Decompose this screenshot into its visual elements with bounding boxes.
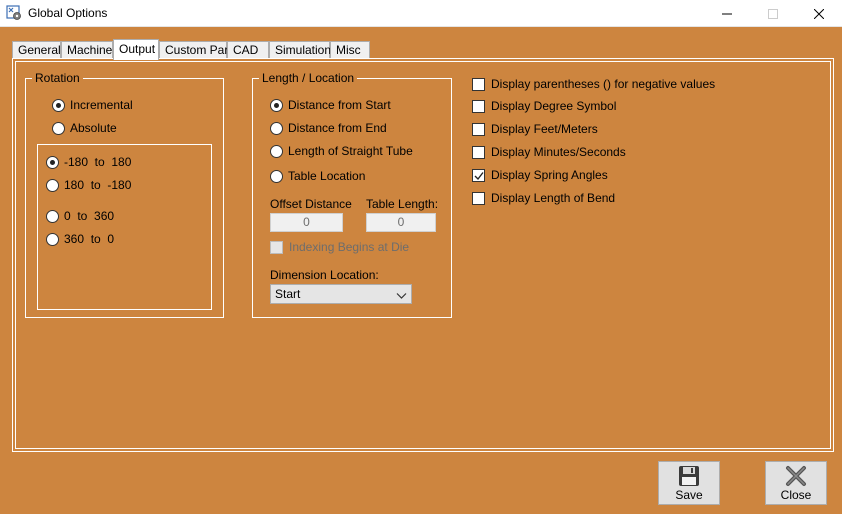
minimize-button[interactable] bbox=[704, 0, 750, 27]
radio-label: Length of Straight Tube bbox=[288, 144, 413, 158]
radio-label: Table Location bbox=[288, 169, 366, 183]
display-parentheses-checkbox[interactable]: Display parentheses () for negative valu… bbox=[472, 77, 715, 91]
floppy-disk-icon bbox=[678, 465, 700, 490]
rotation-legend: Rotation bbox=[32, 71, 83, 85]
dimension-location-label: Dimension Location: bbox=[270, 268, 379, 282]
settings-app-icon bbox=[6, 5, 22, 21]
checkbox-indicator bbox=[472, 191, 485, 205]
save-label: Save bbox=[675, 488, 703, 502]
range-360-0-radio[interactable]: 360 to 0 bbox=[46, 232, 114, 246]
radio-indicator bbox=[46, 232, 59, 246]
maximize-button[interactable] bbox=[750, 0, 796, 27]
checkbox-label: Display Spring Angles bbox=[491, 168, 608, 182]
radio-label: Absolute bbox=[70, 121, 117, 135]
radio-label: Distance from End bbox=[288, 121, 387, 135]
tab-misc[interactable]: Misc bbox=[330, 41, 370, 59]
checkbox-indicator bbox=[472, 99, 485, 113]
window-title: Global Options bbox=[28, 6, 108, 20]
tab-machine[interactable]: Machine bbox=[61, 41, 113, 59]
checkbox-label: Display Degree Symbol bbox=[491, 99, 617, 113]
tab-general[interactable]: General bbox=[12, 41, 61, 59]
close-label: Close bbox=[780, 488, 812, 502]
radio-indicator bbox=[270, 169, 283, 183]
window-close-button[interactable] bbox=[796, 0, 842, 27]
checkbox-label: Display Minutes/Seconds bbox=[491, 145, 626, 159]
radio-indicator bbox=[270, 144, 283, 158]
display-minutes-seconds-checkbox[interactable]: Display Minutes/Seconds bbox=[472, 145, 626, 159]
radio-label: Incremental bbox=[70, 98, 133, 112]
offset-distance-label: Offset Distance bbox=[270, 197, 352, 211]
display-degree-symbol-checkbox[interactable]: Display Degree Symbol bbox=[472, 99, 616, 113]
radio-indicator bbox=[46, 155, 59, 169]
distance-from-end-radio[interactable]: Distance from End bbox=[270, 121, 387, 135]
close-button[interactable]: Close bbox=[765, 461, 827, 505]
checkbox-indicator bbox=[472, 122, 485, 136]
radio-label: 360 to 0 bbox=[64, 232, 115, 246]
distance-from-start-radio[interactable]: Distance from Start bbox=[270, 98, 391, 112]
chevron-down-icon bbox=[396, 288, 407, 306]
rotation-incremental-radio[interactable]: Incremental bbox=[52, 98, 133, 112]
range-180-neg180-radio[interactable]: 180 to -180 bbox=[46, 178, 131, 192]
checkbox-label: Display Length of Bend bbox=[491, 191, 616, 205]
tab-simulation[interactable]: Simulation bbox=[269, 41, 331, 59]
radio-label: 180 to -180 bbox=[64, 178, 132, 192]
radio-indicator bbox=[52, 98, 65, 112]
indexing-begins-at-die-checkbox[interactable]: Indexing Begins at Die bbox=[270, 240, 409, 254]
save-button[interactable]: Save bbox=[658, 461, 720, 505]
table-length-input[interactable]: 0 bbox=[366, 213, 436, 232]
radio-label: 0 to 360 bbox=[64, 209, 115, 223]
title-bar: Global Options bbox=[0, 0, 842, 27]
checkbox-indicator bbox=[270, 240, 283, 254]
range-0-360-radio[interactable]: 0 to 360 bbox=[46, 209, 114, 223]
radio-indicator bbox=[46, 209, 59, 223]
table-location-radio[interactable]: Table Location bbox=[270, 169, 365, 183]
tab-custom-part[interactable]: Custom Part bbox=[159, 41, 232, 59]
tab-output[interactable]: Output bbox=[113, 39, 159, 60]
dimension-location-value: Start bbox=[275, 287, 301, 301]
checkbox-label: Display Feet/Meters bbox=[491, 122, 598, 136]
length-of-straight-tube-radio[interactable]: Length of Straight Tube bbox=[270, 144, 413, 158]
radio-indicator bbox=[270, 98, 283, 112]
offset-distance-input[interactable]: 0 bbox=[270, 213, 343, 232]
rotation-absolute-radio[interactable]: Absolute bbox=[52, 121, 117, 135]
dimension-location-select[interactable]: Start bbox=[270, 284, 412, 304]
radio-label: Distance from Start bbox=[288, 98, 391, 112]
display-spring-angles-checkbox[interactable]: Display Spring Angles bbox=[472, 168, 608, 182]
close-x-icon bbox=[785, 465, 807, 490]
checkbox-label: Display parentheses () for negative valu… bbox=[491, 77, 716, 91]
checkbox-indicator bbox=[472, 77, 485, 91]
display-length-of-bend-checkbox[interactable]: Display Length of Bend bbox=[472, 191, 615, 205]
checkbox-indicator bbox=[472, 145, 485, 159]
display-feet-meters-checkbox[interactable]: Display Feet/Meters bbox=[472, 122, 598, 136]
radio-indicator bbox=[46, 178, 59, 192]
tab-cad[interactable]: CAD bbox=[227, 41, 269, 59]
checkbox-indicator bbox=[472, 168, 485, 182]
radio-label: -180 to 180 bbox=[64, 155, 132, 169]
range-neg180-180-radio[interactable]: -180 to 180 bbox=[46, 155, 131, 169]
checkmark-icon bbox=[474, 171, 484, 180]
length-location-legend: Length / Location bbox=[259, 71, 358, 85]
radio-indicator bbox=[270, 121, 283, 135]
radio-indicator bbox=[52, 121, 65, 135]
table-length-label: Table Length: bbox=[366, 197, 439, 211]
checkbox-label: Indexing Begins at Die bbox=[289, 240, 410, 254]
